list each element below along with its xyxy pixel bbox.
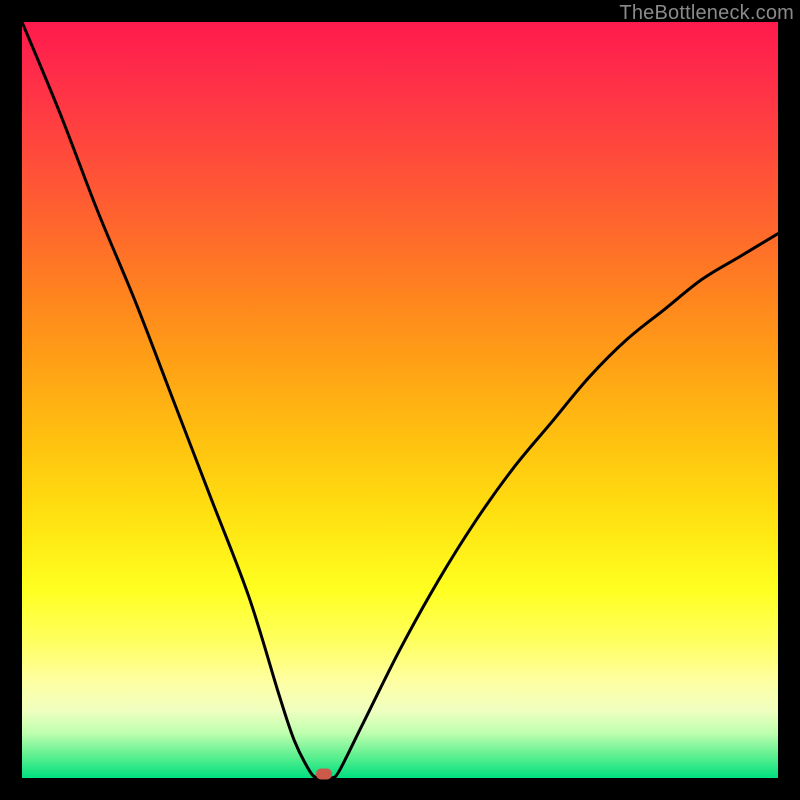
minimum-marker: [316, 769, 332, 780]
bottleneck-curve: [22, 22, 778, 778]
chart-frame: [22, 22, 778, 778]
